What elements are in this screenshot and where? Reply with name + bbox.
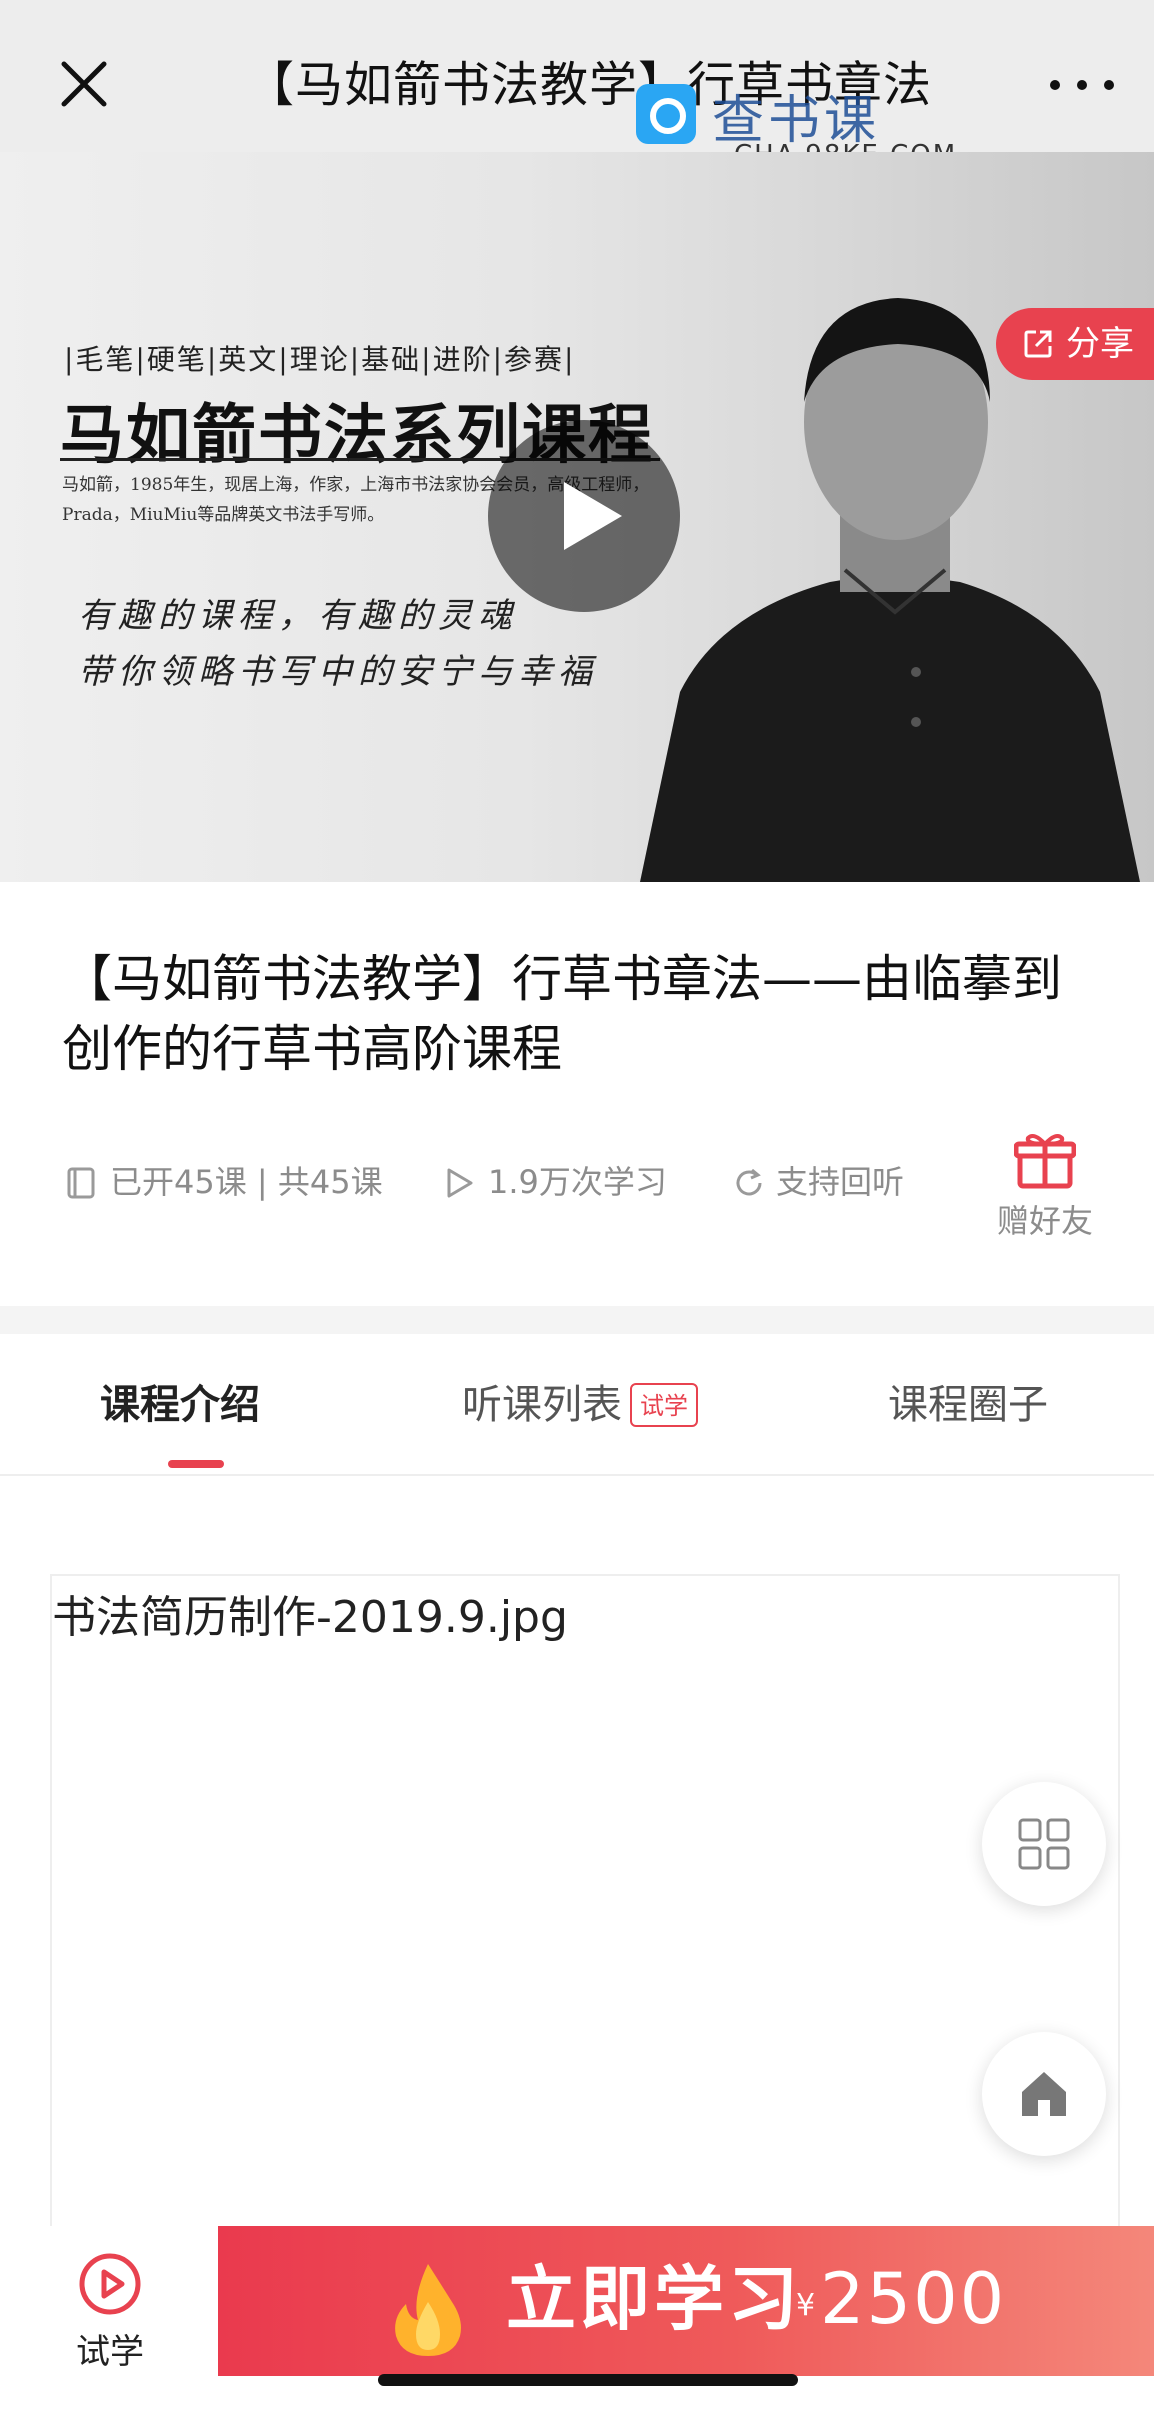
watermark-logo-icon — [636, 84, 696, 144]
lesson-count-text: 已开45课 | 共45课 — [110, 1163, 383, 1201]
gift-friend-button[interactable]: 赠好友 — [990, 1130, 1100, 1240]
hero-handwriting-line: 带你领略书写中的安宁与幸福 — [78, 652, 598, 692]
replay-support-text: 支持回听 — [776, 1163, 905, 1201]
play-outline-icon — [447, 1168, 473, 1198]
share-label: 分享 — [1066, 324, 1134, 364]
play-button[interactable] — [488, 420, 680, 612]
more-icon[interactable] — [1050, 62, 1116, 106]
view-count: 1.9万次学习 — [444, 1160, 694, 1204]
hero-tags: |毛笔|硬笔|英文|理论|基础|进阶|参赛| — [64, 343, 576, 376]
tab-course-circle[interactable]: 课程圈子 — [888, 1370, 1048, 1440]
home-indicator — [378, 2374, 798, 2386]
tab-course-intro[interactable]: 课程介绍 — [100, 1370, 260, 1440]
gift-label: 赠好友 — [996, 1202, 1093, 1240]
close-icon[interactable] — [52, 52, 116, 116]
course-cover-video[interactable]: |毛笔|硬笔|英文|理论|基础|进阶|参赛| 马如箭书法系列课程 马如箭，198… — [0, 152, 1154, 882]
course-title: 【马如箭书法教学】行草书章法——由临摹到创作的行草书高阶课程 — [62, 950, 1062, 1078]
tab-lesson-list[interactable]: 听课列表 试学 — [462, 1370, 698, 1440]
currency-symbol: ¥ — [796, 2288, 816, 2323]
section-divider — [0, 1306, 1154, 1334]
share-button[interactable]: 分享 — [996, 308, 1154, 380]
buy-now-label: 立即学习 — [506, 2258, 802, 2340]
tab-label: 课程圈子 — [888, 1382, 1048, 1428]
lesson-count: 已开45课 | 共45课 — [66, 1160, 396, 1204]
buy-now-button[interactable]: 立即学习 ¥ 2500 — [218, 2226, 1154, 2376]
tabs-divider — [0, 1474, 1154, 1476]
play-circle-icon — [79, 2253, 141, 2315]
active-tab-indicator — [168, 1460, 224, 1468]
home-button[interactable] — [982, 2032, 1106, 2156]
grid-icon — [1018, 1818, 1070, 1870]
view-count-text: 1.9万次学习 — [488, 1163, 667, 1201]
replay-support: 支持回听 — [732, 1160, 932, 1204]
grid-menu-button[interactable] — [982, 1782, 1106, 1906]
trial-button[interactable]: 试学 — [60, 2240, 160, 2390]
replay-icon — [736, 1168, 762, 1196]
top-bar: 【马如箭书法教学】行草书章法 查书课 CHA.98KE.COM — [0, 0, 1154, 170]
trial-badge: 试学 — [630, 1383, 698, 1427]
image-alt-text: 书法简历制作-2019.9.jpg — [52, 1592, 568, 1643]
course-price: 2500 — [820, 2258, 1007, 2340]
gift-icon — [1014, 1134, 1076, 1189]
tab-label: 听课列表 — [462, 1382, 622, 1428]
hero-handwriting-line: 有趣的课程，有趣的灵魂 — [78, 596, 518, 636]
book-icon — [67, 1167, 95, 1199]
hero-handwriting: 有趣的课程，有趣的灵魂 带你领略书写中的安宁与幸福 — [78, 588, 598, 700]
flame-icon — [395, 2264, 461, 2356]
share-icon — [1024, 330, 1052, 358]
trial-label: 试学 — [76, 2332, 144, 2372]
home-icon — [1022, 2072, 1066, 2116]
tab-label: 课程介绍 — [100, 1382, 260, 1428]
intro-image: 书法简历制作-2019.9.jpg — [50, 1574, 1120, 2234]
